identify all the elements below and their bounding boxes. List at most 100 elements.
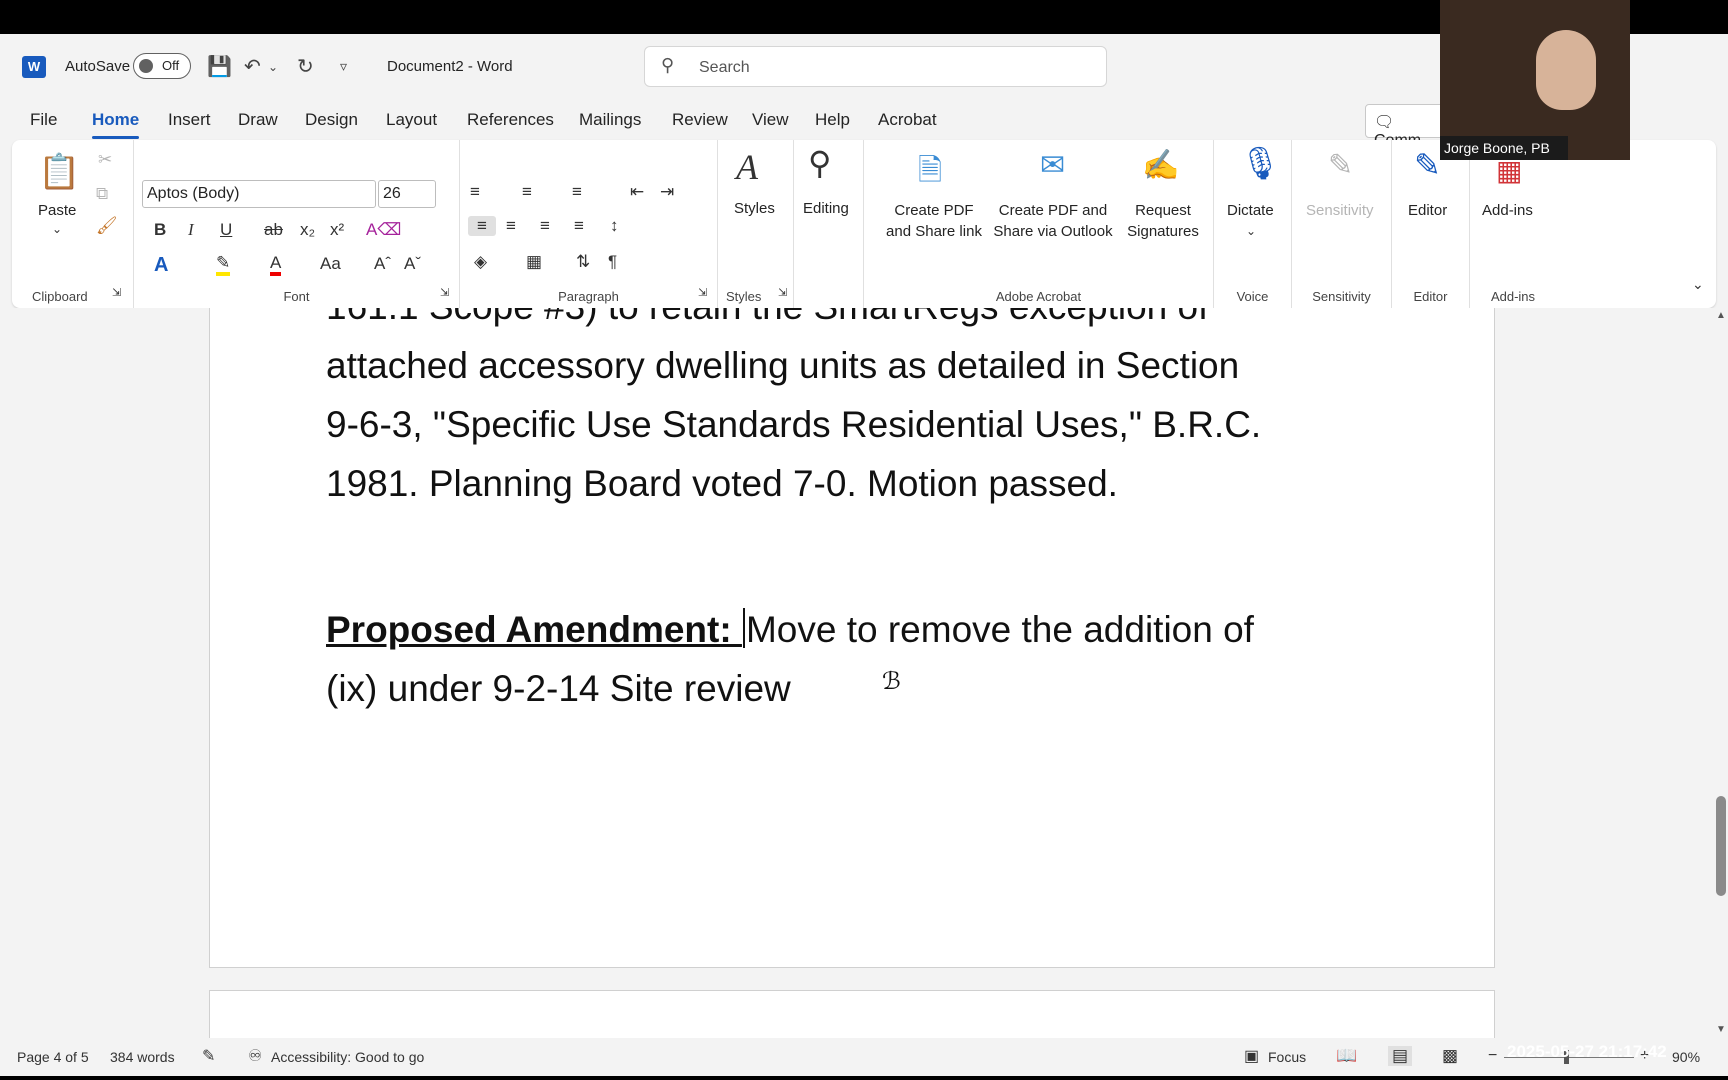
numbering-icon[interactable]: ≡ (522, 182, 532, 202)
grow-font-icon[interactable]: Aˆ (374, 254, 391, 274)
accessibility-status[interactable]: Accessibility: Good to go (271, 1049, 424, 1065)
format-painter-icon[interactable]: 🖌 (96, 216, 118, 236)
addins-button[interactable]: Add-ins (1482, 200, 1533, 221)
tab-help[interactable]: Help (815, 110, 850, 130)
comments-button[interactable]: 🗨 Comm (1365, 104, 1445, 149)
customize-toolbar-icon[interactable]: ▿ (340, 58, 347, 75)
print-layout-icon[interactable]: ▤ (1388, 1046, 1413, 1066)
tab-review[interactable]: Review (672, 110, 728, 130)
microphone-icon[interactable]: 🎙 (1240, 144, 1281, 182)
font-name-box[interactable]: Aptos (Body) (142, 180, 376, 208)
share-outlook-button[interactable]: Create PDF and Share via Outlook (988, 200, 1118, 242)
change-case-icon[interactable]: Aa (320, 254, 341, 274)
strikethrough-icon[interactable]: ab (264, 220, 283, 240)
paste-button[interactable]: Paste (38, 200, 76, 221)
i-beam-cursor-icon: ℬ (882, 668, 901, 695)
title-bar: W AutoSave Off 💾 ↶ ⌄ ↻ ▿ Document2 - Wor… (0, 34, 1440, 100)
tab-draw[interactable]: Draw (238, 110, 278, 130)
bullets-icon[interactable]: ≡ (470, 182, 480, 202)
search-placeholder: Search (699, 59, 750, 76)
shrink-font-icon[interactable]: Aˇ (404, 254, 421, 274)
zoom-level[interactable]: 90% (1672, 1049, 1700, 1065)
paste-dropdown-icon[interactable]: ⌄ (52, 222, 62, 236)
tab-insert[interactable]: Insert (168, 110, 211, 130)
align-right-icon[interactable]: ≡ (540, 216, 550, 236)
collapse-ribbon-icon[interactable]: ⌄ (1692, 276, 1704, 293)
request-signatures-button[interactable]: Request Signatures (1120, 200, 1206, 242)
paragraph-launcher-icon[interactable]: ⇲ (698, 286, 707, 299)
page-4[interactable]: 161.1 Scope #3) to retain the SmartRegs … (209, 308, 1495, 968)
editor-icon[interactable]: ✎ (1414, 146, 1441, 184)
save-icon[interactable]: 💾 (207, 54, 232, 79)
font-launcher-icon[interactable]: ⇲ (440, 286, 449, 299)
styles-icon[interactable]: A (736, 146, 758, 188)
shading-icon[interactable]: ◈ (474, 252, 487, 272)
scroll-down-icon[interactable]: ▼ (1716, 1024, 1726, 1035)
tab-home[interactable]: Home (92, 110, 140, 139)
cut-icon[interactable]: ✂ (98, 150, 112, 170)
accessibility-icon[interactable]: ♾ (248, 1046, 262, 1066)
web-layout-icon[interactable]: ▩ (1442, 1046, 1458, 1066)
create-pdf-button[interactable]: Create PDF and Share link (874, 200, 994, 242)
justify-icon[interactable]: ≡ (574, 216, 584, 236)
line-spacing-icon[interactable]: ↕ (610, 216, 619, 236)
styles-launcher-icon[interactable]: ⇲ (778, 286, 787, 299)
vertical-scrollbar[interactable]: ▲ ▼ (1714, 308, 1728, 1038)
tab-acrobat[interactable]: Acrobat (878, 110, 937, 130)
styles-button[interactable]: Styles (734, 198, 775, 219)
find-icon[interactable]: ⚲ (808, 144, 831, 182)
text-effects-icon[interactable]: A (154, 254, 168, 277)
clear-formatting-icon[interactable]: A⌫ (366, 220, 401, 240)
dictate-dropdown-icon[interactable]: ⌄ (1246, 224, 1256, 238)
underline-icon[interactable]: U (220, 220, 232, 240)
zoom-out-icon[interactable]: − (1488, 1047, 1497, 1065)
scrollbar-thumb[interactable] (1716, 796, 1726, 896)
tab-mailings[interactable]: Mailings (579, 110, 641, 130)
italic-icon[interactable]: I (188, 220, 194, 240)
create-pdf-icon[interactable]: 🗎 (918, 148, 942, 199)
highlight-icon[interactable]: ✎ (216, 254, 231, 276)
align-center-icon[interactable]: ≡ (506, 216, 516, 236)
font-color-icon[interactable]: A (270, 254, 282, 276)
copy-icon[interactable]: ⧉ (96, 184, 108, 204)
document-area[interactable]: 161.1 Scope #3) to retain the SmartRegs … (0, 308, 1714, 1038)
align-left-icon[interactable]: ≡ (468, 216, 496, 236)
dictate-button[interactable]: Dictate (1227, 200, 1274, 221)
redo-icon[interactable]: ↻ (297, 54, 314, 79)
focus-button[interactable]: Focus (1268, 1049, 1306, 1065)
tab-design[interactable]: Design (305, 110, 358, 130)
multilevel-list-icon[interactable]: ≡ (572, 182, 582, 202)
read-mode-icon[interactable]: 📖 (1336, 1046, 1357, 1066)
tab-references[interactable]: References (467, 110, 554, 130)
editor-label: Editor (1413, 289, 1448, 304)
superscript-icon[interactable]: x² (330, 220, 344, 240)
clipboard-launcher-icon[interactable]: ⇲ (112, 286, 121, 299)
borders-icon[interactable]: ▦ (526, 252, 542, 272)
request-signatures-icon[interactable]: ✍ (1142, 148, 1179, 183)
subscript-icon[interactable]: x₂ (300, 220, 315, 240)
undo-icon[interactable]: ↶ (244, 54, 261, 79)
increase-indent-icon[interactable]: ⇥ (660, 182, 674, 202)
search-box[interactable]: ⚲ Search (644, 46, 1107, 87)
editing-button[interactable]: Editing (803, 198, 849, 219)
show-formatting-icon[interactable]: ¶ (608, 252, 617, 272)
page-5[interactable] (209, 990, 1495, 1038)
tab-view[interactable]: View (752, 110, 789, 130)
tab-layout[interactable]: Layout (386, 110, 437, 130)
editor-button[interactable]: Editor (1408, 200, 1447, 221)
decrease-indent-icon[interactable]: ⇤ (630, 182, 644, 202)
tab-file[interactable]: File (30, 110, 57, 130)
undo-dropdown-icon[interactable]: ⌄ (268, 60, 278, 74)
focus-icon[interactable]: ▣ (1244, 1046, 1259, 1066)
word-count[interactable]: 384 words (110, 1049, 175, 1065)
font-size-box[interactable]: 26 (378, 180, 436, 208)
page-indicator[interactable]: Page 4 of 5 (17, 1049, 89, 1065)
group-addins: ▦ Add-ins Add-ins (1470, 140, 1556, 308)
sort-icon[interactable]: ⇅ (576, 252, 590, 272)
autosave-toggle[interactable]: Off (133, 53, 191, 79)
paste-icon[interactable]: 📋 (38, 152, 80, 192)
bold-icon[interactable]: B (154, 220, 166, 240)
share-outlook-icon[interactable]: ✉ (1040, 148, 1065, 183)
proofing-icon[interactable]: ✎ (202, 1046, 215, 1066)
scroll-up-icon[interactable]: ▲ (1716, 310, 1726, 321)
